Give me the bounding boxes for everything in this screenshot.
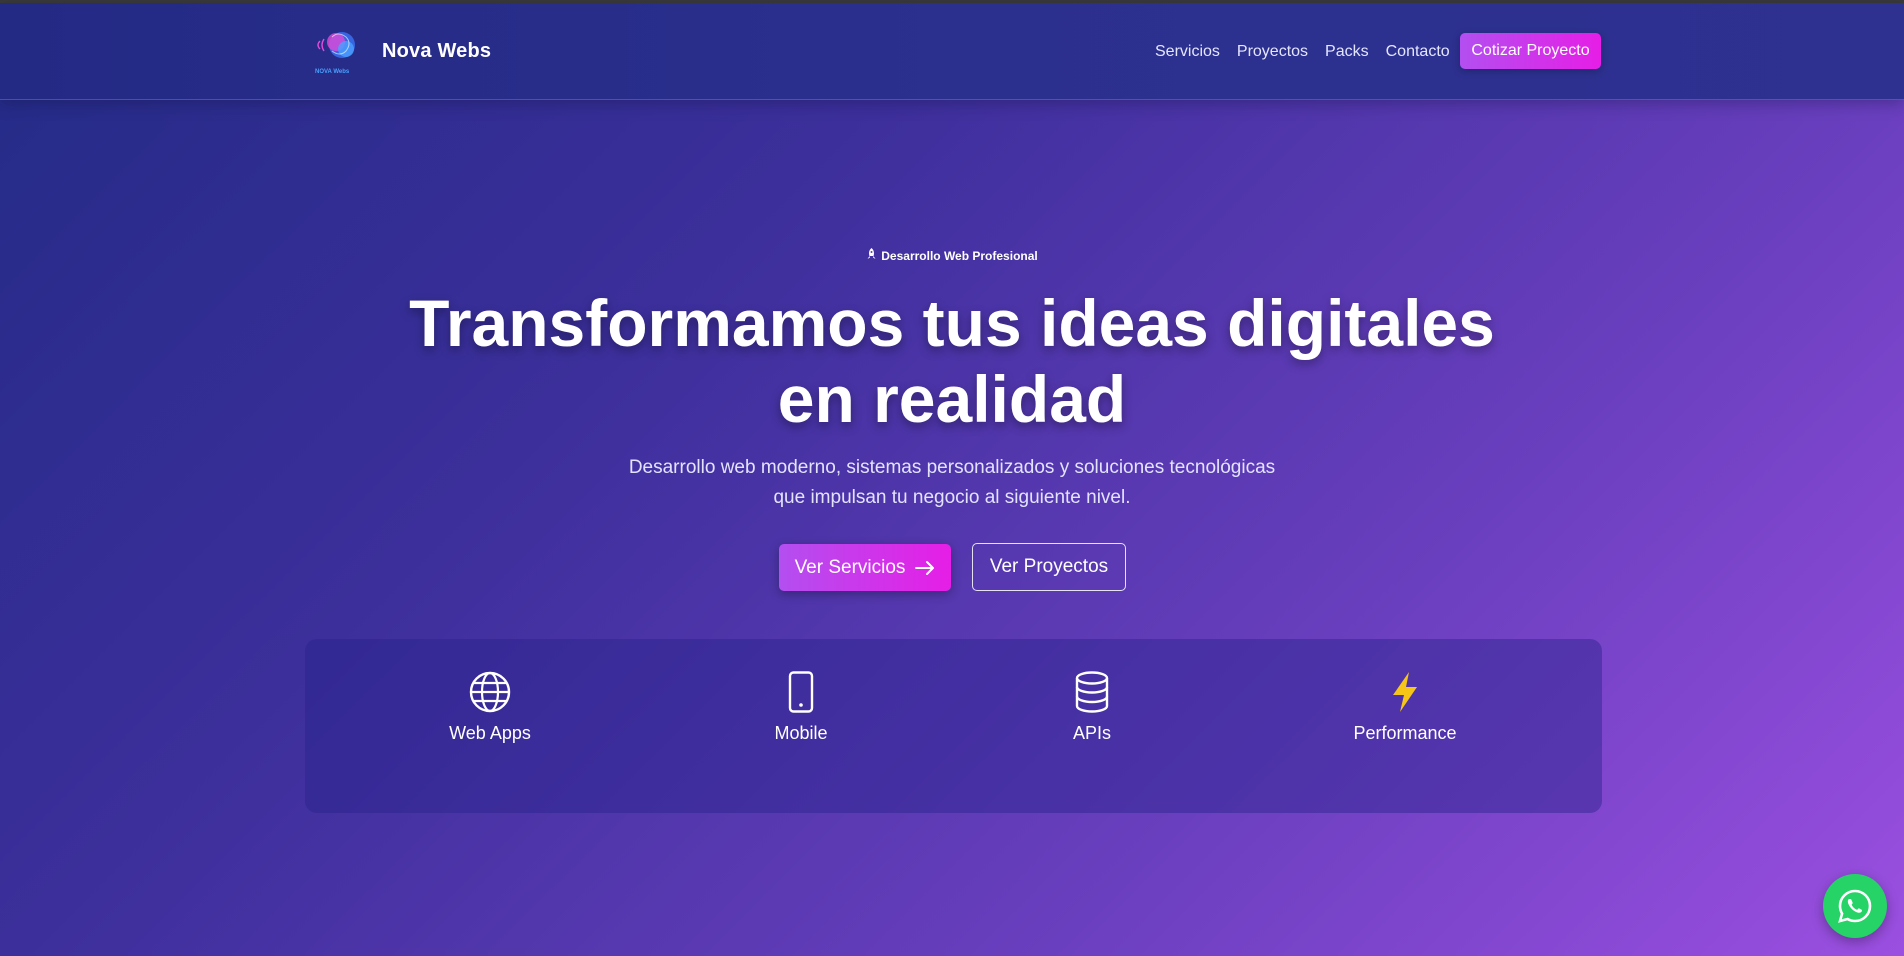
hero-subtitle-line2: que impulsan tu negocio al siguiente niv… [773,487,1131,508]
navbar: NOVA Webs Nova Webs Servicios Proyectos … [0,3,1904,100]
brand-name[interactable]: Nova Webs [382,40,491,63]
hero-title: Transformamos tus ideas digitales en rea… [0,285,1904,437]
hero-badge: Desarrollo Web Profesional [0,248,1904,263]
logo-text: NOVA Webs [315,69,350,75]
hero-title-line2: en realidad [777,362,1127,436]
view-services-label: Ver Servicios [794,556,906,578]
feature-mobile: Mobile [701,671,901,744]
view-projects-button[interactable]: Ver Proyectos [972,543,1126,591]
nav-link-proyectos[interactable]: Proyectos [1237,43,1308,61]
view-services-button[interactable]: Ver Servicios [779,544,951,591]
database-icon [1075,671,1109,713]
globe-icon [469,671,511,713]
logo[interactable]: NOVA Webs [312,25,368,77]
whatsapp-button[interactable] [1823,874,1887,938]
hero-subtitle: Desarrollo web moderno, sistemas persona… [0,453,1904,513]
main-nav: Servicios Proyectos Packs Contacto [1155,43,1467,61]
feature-apis: APIs [992,671,1192,744]
logo-icon: NOVA Webs [315,32,355,75]
features-panel: Web Apps Mobile APIs Performance [305,639,1602,813]
hero-subtitle-line1: Desarrollo web moderno, sistemas persona… [628,457,1276,478]
feature-label-web-apps: Web Apps [449,723,531,743]
arrow-right-icon [915,560,935,575]
quote-project-button[interactable]: Cotizar Proyecto [1460,33,1601,69]
feature-label-performance: Performance [1353,723,1457,743]
whatsapp-icon [1838,889,1872,923]
nav-link-servicios[interactable]: Servicios [1155,43,1220,61]
feature-label-mobile: Mobile [774,723,828,743]
rocket-icon [866,248,877,263]
nav-link-contacto[interactable]: Contacto [1386,43,1450,61]
feature-web-apps: Web Apps [390,671,590,744]
lightning-icon [1393,672,1417,712]
hero-badge-text: Desarrollo Web Profesional [881,249,1038,263]
feature-label-apis: APIs [1072,723,1111,743]
feature-performance: Performance [1305,671,1505,744]
smartphone-icon [788,671,814,713]
hero-title-line1: Transformamos tus ideas digitales [409,286,1495,360]
nav-link-packs[interactable]: Packs [1325,43,1369,61]
